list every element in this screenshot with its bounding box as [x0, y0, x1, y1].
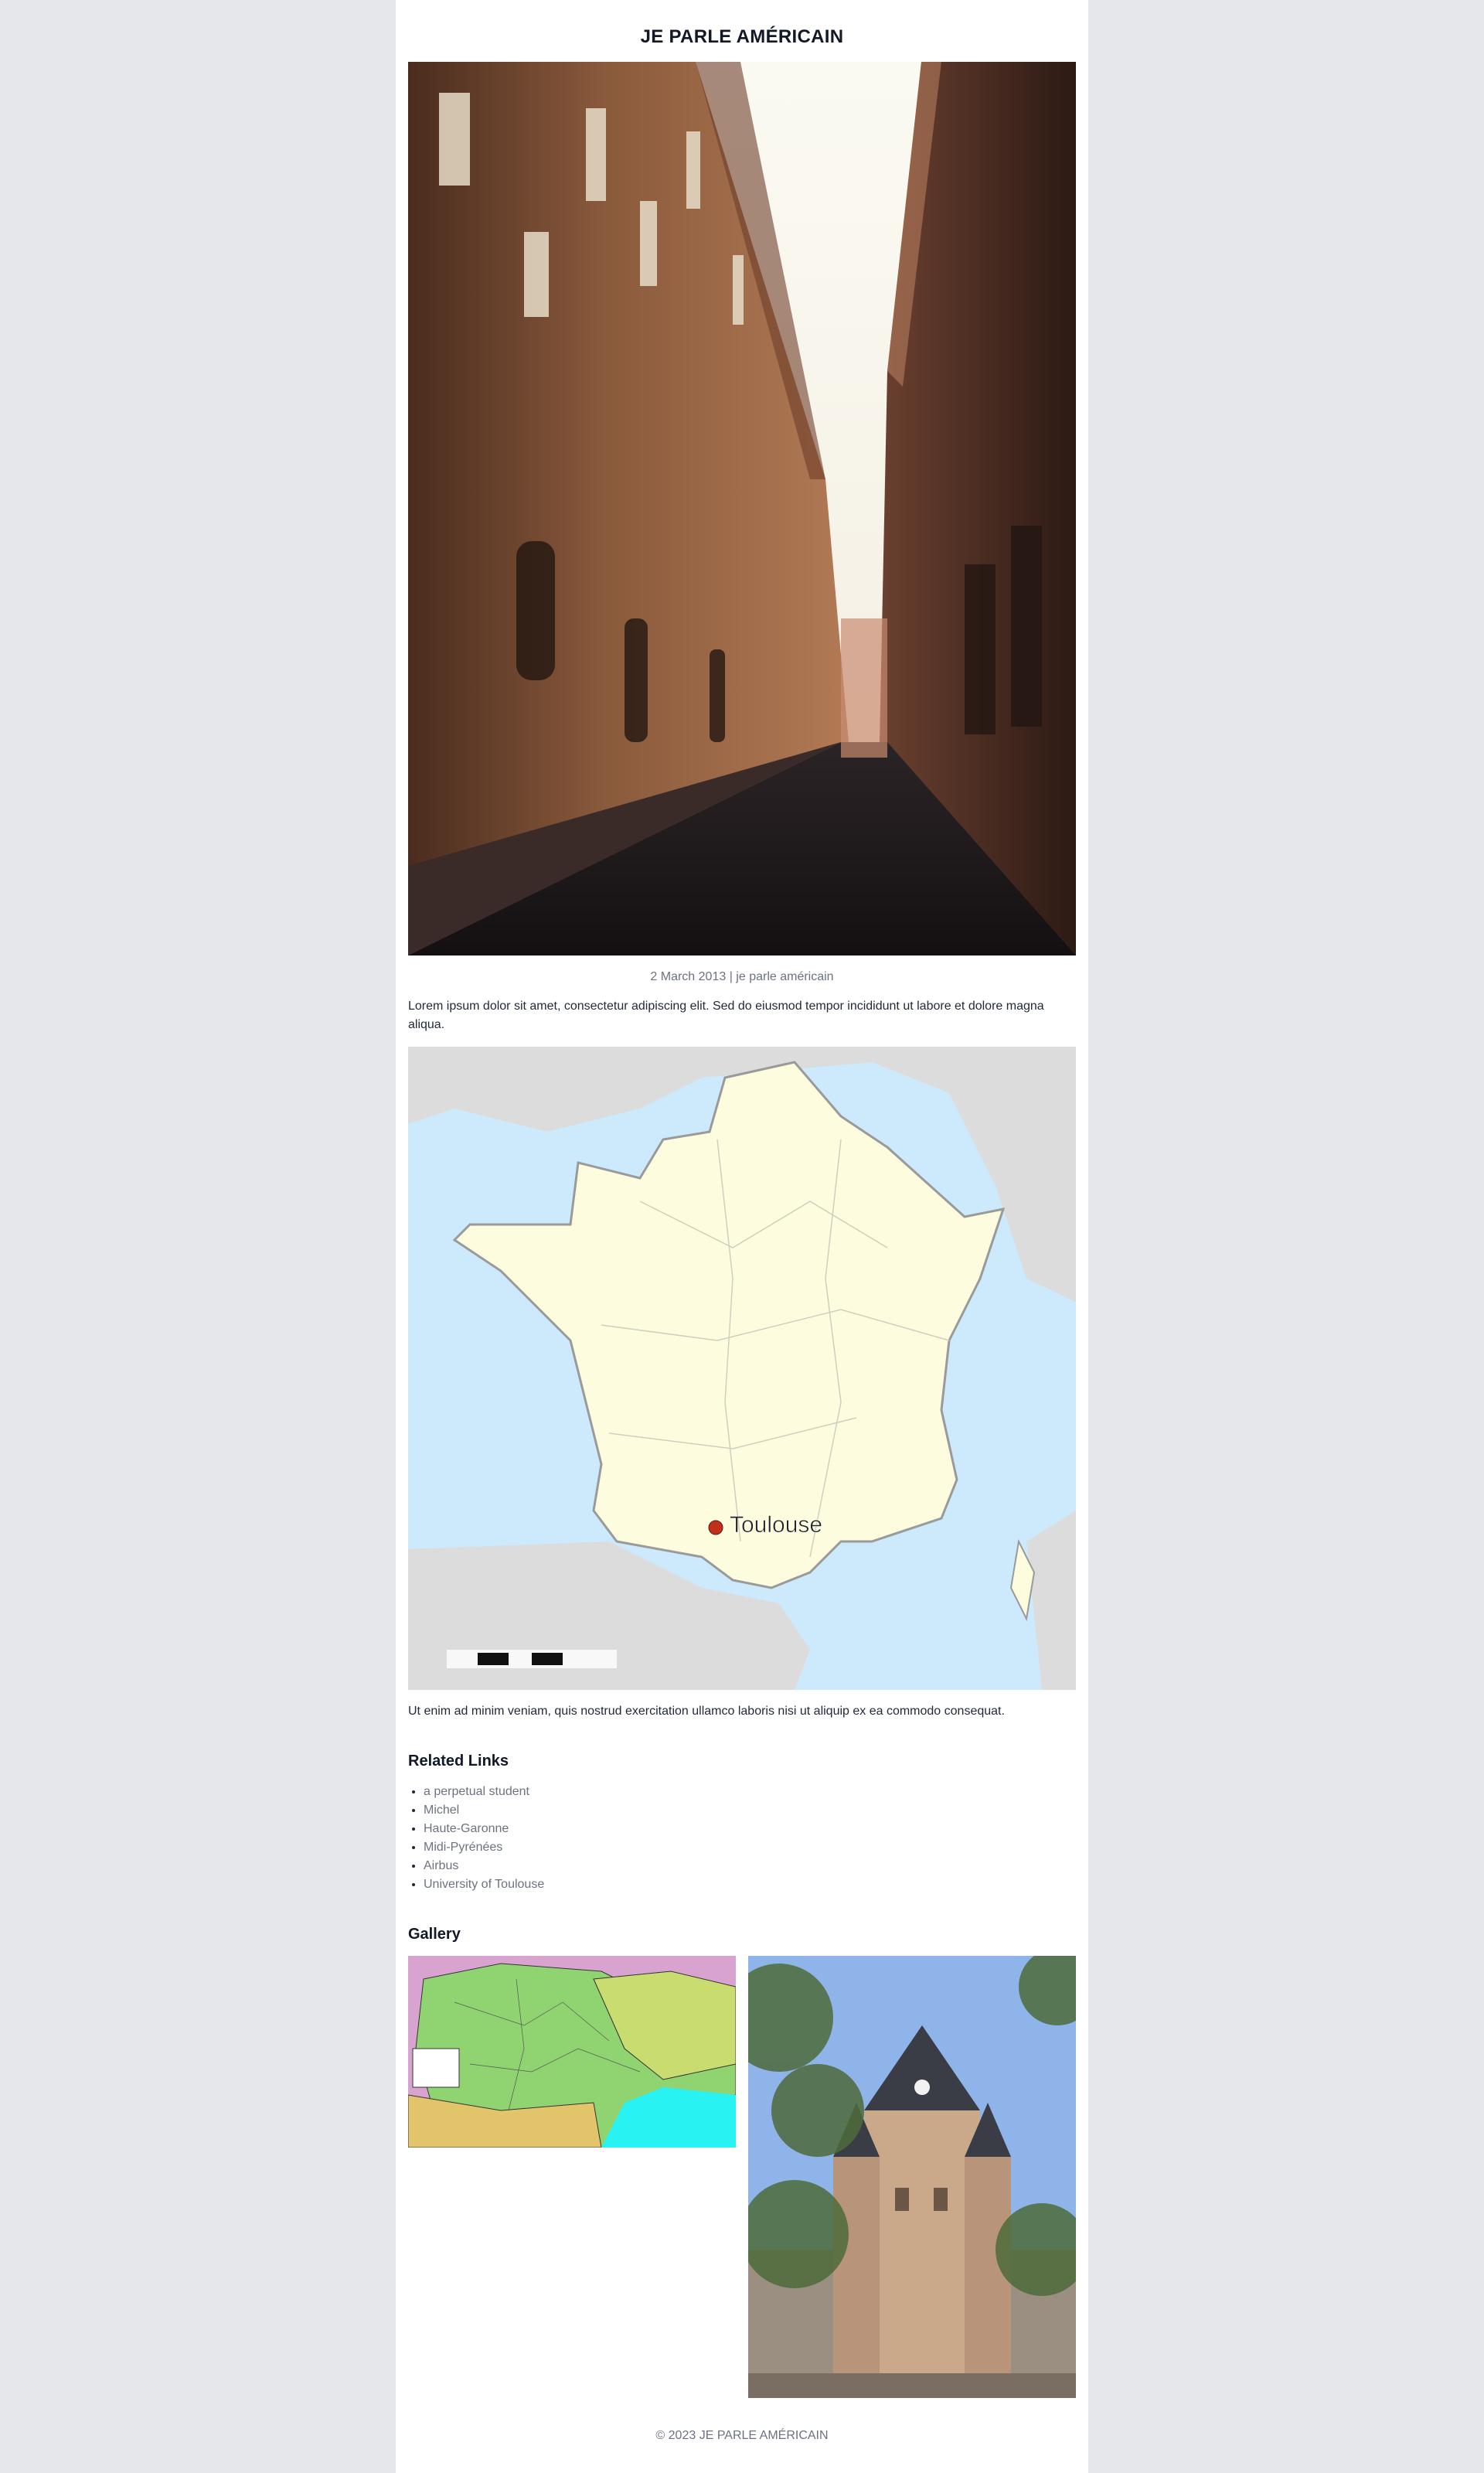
related-link-university-toulouse[interactable]: University of Toulouse: [424, 1878, 544, 1891]
related-link-airbus[interactable]: Airbus: [424, 1859, 458, 1872]
list-item: Haute-Garonne: [424, 1820, 1076, 1838]
gallery-image-historical-map[interactable]: [408, 1956, 736, 2148]
gallery-heading: Gallery: [408, 1926, 461, 1943]
list-item: University of Toulouse: [424, 1875, 1076, 1894]
list-item: Airbus: [424, 1857, 1076, 1875]
gallery-grid: [408, 1956, 1076, 2398]
france-map-image: Toulouse: [408, 1047, 1076, 1690]
list-item: Midi-Pyrénées: [424, 1838, 1076, 1857]
related-link-midi-pyrenees[interactable]: Midi-Pyrénées: [424, 1841, 502, 1854]
list-item: Michel: [424, 1801, 1076, 1820]
related-link-haute-garonne[interactable]: Haute-Garonne: [424, 1822, 509, 1835]
intro-paragraph: Lorem ipsum dolor sit amet, consectetur …: [408, 1000, 1044, 1031]
post-meta: 2 March 2013 | je parle américain: [650, 970, 834, 983]
related-links-heading: Related Links: [408, 1753, 509, 1770]
footer-copyright: © 2023 JE PARLE AMÉRICAIN: [655, 2429, 829, 2442]
related-link-perpetual-student[interactable]: a perpetual student: [424, 1785, 529, 1798]
map-label-toulouse: Toulouse: [730, 1512, 822, 1538]
map-scale-bar: [447, 1650, 617, 1668]
related-link-michel[interactable]: Michel: [424, 1804, 459, 1817]
related-links-list: a perpetual student Michel Haute-Garonne…: [408, 1783, 1076, 1894]
body-paragraph: Ut enim ad minim veniam, quis nostrud ex…: [408, 1705, 1005, 1718]
site-title[interactable]: JE PARLE AMÉRICAIN: [408, 0, 1076, 49]
gallery-image-donjon-tower[interactable]: [748, 1956, 1076, 2398]
list-item: a perpetual student: [424, 1783, 1076, 1801]
page-container: JE PARLE AMÉRICAIN 2 March 2013 | je par…: [396, 0, 1088, 2473]
hero-street-photo: [408, 62, 1076, 955]
